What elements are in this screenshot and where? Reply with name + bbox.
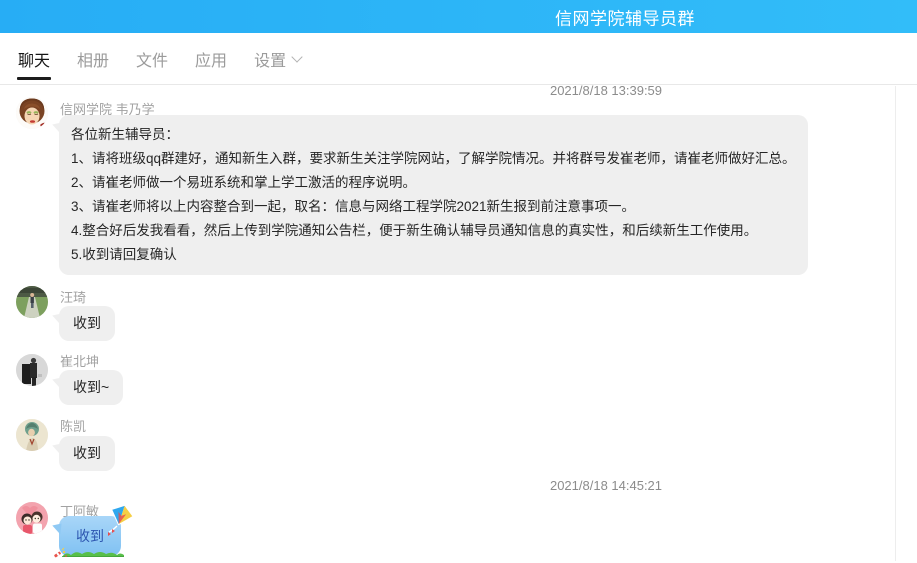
message-line: 5.收到请回复确认 xyxy=(71,243,796,267)
message-bubble[interactable]: 收到 xyxy=(59,436,115,471)
message-bubble[interactable]: 各位新生辅导员： 1、请将班级qq群建好，通知新生入群，要求新生关注学院网站，了… xyxy=(59,115,808,275)
outdoor-photo-avatar xyxy=(16,286,48,318)
sketch-portrait-avatar xyxy=(16,419,48,451)
scrollbar-track[interactable] xyxy=(895,86,896,561)
avatar-cartoon-kids[interactable] xyxy=(16,502,48,534)
tab-apps[interactable]: 应用 xyxy=(195,33,227,84)
tab-settings-label: 设置 xyxy=(254,47,286,71)
message-line: 2、请崔老师做一个易班系统和掌上学工激活的程序说明。 xyxy=(71,171,796,195)
bw-photo-avatar xyxy=(16,354,48,386)
tab-chat-label: 聊天 xyxy=(18,47,50,71)
tab-album[interactable]: 相册 xyxy=(77,33,109,84)
timestamp: 2021/8/18 13:39:59 xyxy=(506,83,706,98)
message-bubble-decorated[interactable]: 收到 xyxy=(59,516,121,556)
message-line: 3、请崔老师将以上内容整合到一起，取名：信息与网络工程学院2021新生报到前注意… xyxy=(71,195,796,219)
cartoon-woman-avatar xyxy=(16,97,48,129)
tab-apps-label: 应用 xyxy=(195,47,227,71)
sender-name: 崔北坤 xyxy=(60,351,99,370)
tab-chat[interactable]: 聊天 xyxy=(18,33,50,84)
avatar-photo-bw[interactable] xyxy=(16,354,48,386)
message-bubble[interactable]: 收到 xyxy=(59,306,115,341)
kite-icon xyxy=(107,504,137,536)
cartoon-kids-avatar xyxy=(16,502,48,534)
sender-name: 陈凯 xyxy=(60,416,86,435)
tab-settings[interactable]: 设置 xyxy=(254,33,301,84)
avatar-photo-outdoor[interactable] xyxy=(16,286,48,318)
message-line: 1、请将班级qq群建好，通知新生入群，要求新生关注学院网站，了解学院情况。并将群… xyxy=(71,147,796,171)
group-header: 信网学院辅导员群 xyxy=(0,0,917,33)
tab-album-label: 相册 xyxy=(77,47,109,71)
chevron-down-icon xyxy=(291,51,302,62)
message-bubble[interactable]: 收到~ xyxy=(59,370,123,405)
group-title: 信网学院辅导员群 xyxy=(555,4,695,29)
message-line: 4.整合好后发我看看，然后上传到学院通知公告栏，便于新生确认辅导员通知信息的真实… xyxy=(71,219,796,243)
message-line: 各位新生辅导员： xyxy=(71,123,796,147)
tab-bar: 聊天 相册 文件 应用 设置 xyxy=(0,33,917,85)
message-text: 收到 xyxy=(76,528,104,544)
tab-files-label: 文件 xyxy=(136,47,168,71)
avatar-cartoon-woman[interactable] xyxy=(16,97,48,129)
avatar-sketch-portrait[interactable] xyxy=(16,419,48,451)
timestamp: 2021/8/18 14:45:21 xyxy=(506,478,706,493)
sender-name: 汪琦 xyxy=(60,287,86,306)
tab-files[interactable]: 文件 xyxy=(136,33,168,84)
grass-decoration xyxy=(62,549,124,557)
